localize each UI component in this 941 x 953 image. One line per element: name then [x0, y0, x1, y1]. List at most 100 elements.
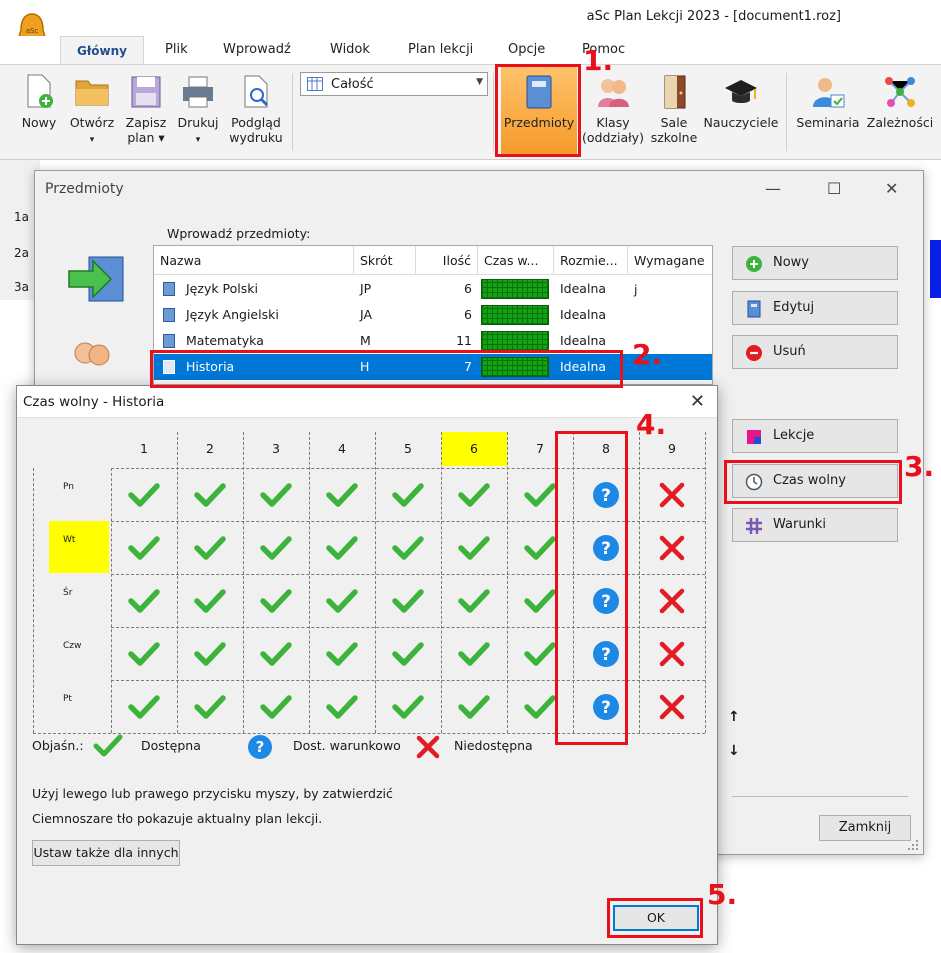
move-up-icon[interactable]: ↑ [728, 709, 740, 725]
new-subject-button[interactable]: Nowy [732, 246, 898, 280]
check-icon [524, 535, 556, 560]
time-slot-cell[interactable] [177, 680, 243, 733]
check-icon [458, 694, 490, 719]
time-slot-cell[interactable] [375, 680, 441, 733]
period-header[interactable]: 6 [441, 432, 507, 466]
time-slot-cell[interactable] [309, 574, 375, 627]
ribbon-separator [786, 73, 787, 151]
print-button[interactable]: Drukuj ▾ [174, 73, 222, 148]
time-slot-cell[interactable] [243, 627, 309, 680]
minimize-icon[interactable]: — [765, 179, 781, 198]
check-icon [326, 641, 358, 666]
time-slot-cell[interactable] [177, 627, 243, 680]
subject-placement: Idealna [560, 307, 607, 322]
time-slot-cell[interactable] [177, 574, 243, 627]
time-slot-cell[interactable] [639, 574, 705, 627]
annotation-box-free-time [724, 460, 902, 504]
time-slot-cell[interactable] [111, 468, 177, 521]
tab-wprowadz[interactable]: Wprowadź [223, 42, 291, 57]
period-header[interactable]: 4 [309, 432, 375, 466]
time-slot-cell[interactable] [309, 627, 375, 680]
time-slot-cell[interactable] [639, 680, 705, 733]
move-down-icon[interactable]: ↓ [728, 743, 740, 759]
open-button[interactable]: Otwórz ▾ [66, 73, 118, 148]
check-icon [524, 694, 556, 719]
tab-opcje[interactable]: Opcje [508, 42, 545, 57]
new-button[interactable]: Nowy [18, 73, 60, 130]
edit-subject-button[interactable]: Edytuj [732, 291, 898, 325]
classes-button[interactable]: Klasy (oddziały) [582, 73, 644, 145]
tab-glowny[interactable]: Główny [60, 36, 144, 66]
time-slot-cell[interactable] [309, 468, 375, 521]
time-slot-cell[interactable] [639, 521, 705, 574]
time-slot-cell[interactable] [441, 680, 507, 733]
tab-plik[interactable]: Plik [165, 42, 188, 57]
time-slot-cell[interactable] [375, 627, 441, 680]
day-header[interactable]: Czw [49, 627, 109, 679]
time-slot-cell[interactable] [111, 521, 177, 574]
column-header-placement[interactable]: Rozmie... [554, 246, 628, 275]
annotation-box-subjects [495, 64, 581, 157]
print-preview-button[interactable]: Podgląd wydruku [226, 73, 286, 145]
time-slot-cell[interactable] [375, 521, 441, 574]
table-row[interactable]: Język Angielski JA 6 Idealna [154, 302, 712, 328]
time-slot-cell[interactable] [441, 627, 507, 680]
period-header[interactable]: 5 [375, 432, 441, 466]
day-header[interactable]: Pn [49, 468, 109, 520]
time-slot-cell[interactable] [177, 521, 243, 574]
time-slot-cell[interactable] [375, 468, 441, 521]
time-slot-cell[interactable] [177, 468, 243, 521]
time-slot-cell[interactable] [111, 627, 177, 680]
time-slot-cell[interactable] [441, 521, 507, 574]
step-label-1: 1. [583, 44, 614, 77]
conditions-button[interactable]: Warunki [732, 508, 898, 542]
save-plan-button[interactable]: Zapisz plan ▾ [122, 73, 170, 145]
column-header-name[interactable]: Nazwa [154, 246, 354, 275]
time-slot-cell[interactable] [375, 574, 441, 627]
apply-to-others-button[interactable]: Ustaw także dla innych [32, 840, 180, 866]
maximize-icon[interactable]: ☐ [827, 179, 841, 198]
period-header[interactable]: 2 [177, 432, 243, 466]
check-icon [392, 641, 424, 666]
dependencies-button[interactable]: Zależności [864, 73, 936, 130]
column-header-abbr[interactable]: Skrót [354, 246, 416, 275]
day-header[interactable]: Wt [49, 521, 109, 573]
check-icon [458, 588, 490, 613]
time-slot-cell[interactable] [441, 574, 507, 627]
time-slot-cell[interactable] [111, 574, 177, 627]
teachers-button[interactable]: Nauczyciele [702, 73, 780, 130]
table-row[interactable]: Język Polski JP 6 Idealna [154, 276, 712, 302]
tab-widok[interactable]: Widok [330, 42, 370, 57]
check-icon [458, 535, 490, 560]
day-header[interactable]: Pt [49, 680, 109, 732]
tab-plan-lekcji[interactable]: Plan lekcji [408, 42, 473, 57]
delete-subject-button[interactable]: Usuń [732, 335, 898, 369]
time-slot-cell[interactable] [309, 680, 375, 733]
time-slot-cell[interactable] [243, 680, 309, 733]
time-slot-cell[interactable] [111, 680, 177, 733]
day-header[interactable]: Śr [49, 574, 109, 626]
close-icon[interactable]: ✕ [690, 391, 705, 412]
time-slot-cell[interactable] [441, 468, 507, 521]
time-slot-cell[interactable] [243, 468, 309, 521]
period-header[interactable]: 1 [111, 432, 177, 466]
time-slot-cell[interactable] [309, 521, 375, 574]
resize-grip-icon[interactable] [907, 839, 919, 851]
time-slot-cell[interactable] [639, 627, 705, 680]
column-header-count[interactable]: Ilość [416, 246, 478, 275]
seminars-button[interactable]: Seminaria [794, 73, 862, 130]
time-slot-cell[interactable] [639, 468, 705, 521]
book-icon [747, 300, 761, 318]
column-header-free-time[interactable]: Czas w... [478, 246, 554, 275]
close-dialog-button[interactable]: Zamknij [819, 815, 911, 841]
view-select[interactable]: Całość ▼ [300, 72, 488, 96]
time-slot-cell[interactable] [243, 521, 309, 574]
time-slot-cell[interactable] [243, 574, 309, 627]
lessons-button[interactable]: Lekcje [732, 419, 898, 453]
rooms-button[interactable]: Sale szkolne [650, 73, 698, 145]
period-header[interactable]: 3 [243, 432, 309, 466]
subject-abbr: JP [360, 281, 372, 296]
column-header-required[interactable]: Wymagane j [628, 246, 712, 297]
close-icon[interactable]: ✕ [885, 179, 898, 198]
annotation-box-period-8 [555, 431, 628, 745]
